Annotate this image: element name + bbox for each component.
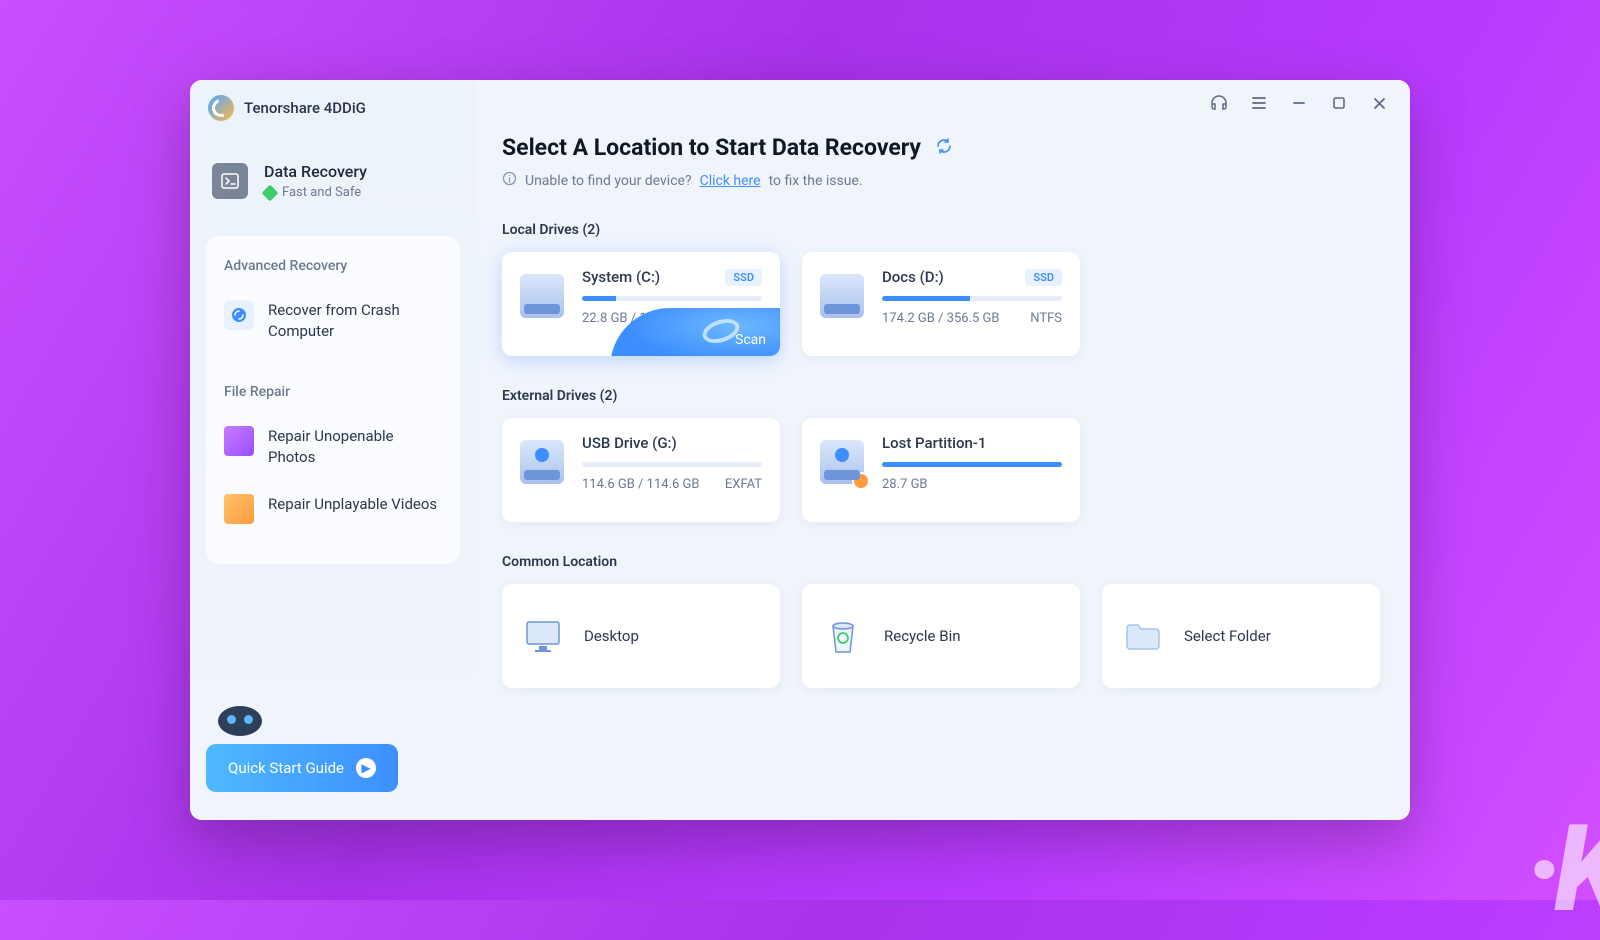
- sidebar-item-label: Repair Unopenable Photos: [268, 426, 442, 468]
- drive-badge: SSD: [1025, 269, 1062, 286]
- drive-icon: [520, 274, 564, 318]
- data-recovery-icon: [212, 163, 248, 199]
- page-title: Select A Location to Start Data Recovery: [502, 134, 921, 161]
- quick-start-area: Quick Start Guide ▶: [190, 706, 476, 820]
- drive-card-lost-partition[interactable]: Lost Partition-1 28.7 GB: [802, 418, 1080, 522]
- location-label: Recycle Bin: [884, 627, 961, 645]
- file-repair-label: File Repair: [224, 384, 442, 400]
- usb-drive-icon: [520, 440, 564, 484]
- crash-computer-icon: [224, 300, 254, 330]
- drive-usage: 114.6 GB / 114.6 GB: [582, 477, 699, 492]
- sidebar-item-label: Repair Unplayable Videos: [268, 494, 437, 515]
- sidebar: Tenorshare 4DDiG Data Recovery Fast and …: [190, 80, 476, 820]
- close-icon[interactable]: [1368, 92, 1390, 114]
- watermark: ·K: [1525, 800, 1600, 940]
- maximize-icon[interactable]: [1328, 92, 1350, 114]
- local-drives-row: System (C:) SSD 22.8 GB / 120.0 GB Scan …: [502, 252, 1380, 356]
- minimize-icon[interactable]: [1288, 92, 1310, 114]
- hint-link[interactable]: Click here: [700, 173, 761, 189]
- hint-text-suffix: to fix the issue.: [769, 173, 863, 189]
- menu-icon[interactable]: [1248, 92, 1270, 114]
- drive-name: Docs (D:): [882, 268, 944, 286]
- sidebar-item-repair-videos[interactable]: Repair Unplayable Videos: [224, 486, 442, 542]
- refresh-icon[interactable]: [935, 137, 953, 159]
- drive-badge: SSD: [725, 269, 762, 286]
- common-location-row: Desktop Recycle Bin Select Folder: [502, 584, 1380, 688]
- robot-icon: [218, 706, 262, 736]
- usage-bar-fill: [582, 296, 616, 301]
- location-card-recycle-bin[interactable]: Recycle Bin: [802, 584, 1080, 688]
- main-pane: Select A Location to Start Data Recovery…: [476, 80, 1410, 820]
- location-label: Desktop: [584, 627, 639, 645]
- quick-start-button[interactable]: Quick Start Guide ▶: [206, 744, 398, 792]
- photo-repair-icon: [224, 426, 254, 456]
- app-logo-icon: [208, 95, 234, 121]
- location-label: Select Folder: [1184, 627, 1271, 645]
- window-controls: [1208, 92, 1390, 114]
- drive-card-usb-g[interactable]: USB Drive (G:) 114.6 GB / 114.6 GB EXFAT: [502, 418, 780, 522]
- sidebar-card: Advanced Recovery Recover from Crash Com…: [206, 236, 460, 564]
- sidebar-primary[interactable]: Data Recovery Fast and Safe: [190, 136, 476, 220]
- recycle-bin-icon: [820, 613, 866, 659]
- app-title: Tenorshare 4DDiG: [244, 99, 366, 117]
- drive-name: Lost Partition-1: [882, 434, 986, 452]
- hint-text-prefix: Unable to find your device?: [525, 173, 692, 189]
- drive-filesystem: EXFAT: [725, 477, 762, 492]
- sidebar-primary-title: Data Recovery: [264, 162, 367, 181]
- drive-icon: [820, 274, 864, 318]
- drive-name: USB Drive (G:): [582, 434, 677, 452]
- quick-start-label: Quick Start Guide: [228, 759, 344, 777]
- support-icon[interactable]: [1208, 92, 1230, 114]
- sidebar-primary-subtitle: Fast and Safe: [282, 185, 361, 200]
- folder-icon: [1120, 613, 1166, 659]
- external-drives-label: External Drives (2): [502, 388, 1380, 404]
- drive-usage: 174.2 GB / 356.5 GB: [882, 311, 999, 326]
- external-drives-row: USB Drive (G:) 114.6 GB / 114.6 GB EXFAT…: [502, 418, 1380, 522]
- local-drives-label: Local Drives (2): [502, 222, 1380, 238]
- sidebar-item-recover-crash[interactable]: Recover from Crash Computer: [224, 292, 442, 360]
- drive-card-docs-d[interactable]: Docs (D:) SSD 174.2 GB / 356.5 GB NTFS: [802, 252, 1080, 356]
- usage-bar-fill: [882, 296, 970, 301]
- drive-filesystem: NTFS: [1030, 311, 1062, 326]
- advanced-recovery-label: Advanced Recovery: [224, 258, 442, 274]
- warning-badge-icon: [852, 472, 870, 490]
- desktop-icon: [520, 613, 566, 659]
- info-icon: [502, 171, 517, 190]
- scan-button[interactable]: Scan: [735, 332, 766, 348]
- app-window: Tenorshare 4DDiG Data Recovery Fast and …: [190, 80, 1410, 820]
- sidebar-item-label: Recover from Crash Computer: [268, 300, 442, 342]
- lost-partition-icon: [820, 440, 864, 484]
- arrow-right-icon: ▶: [356, 758, 376, 778]
- location-card-desktop[interactable]: Desktop: [502, 584, 780, 688]
- video-repair-icon: [224, 494, 254, 524]
- sidebar-item-repair-photos[interactable]: Repair Unopenable Photos: [224, 418, 442, 486]
- location-card-select-folder[interactable]: Select Folder: [1102, 584, 1380, 688]
- hint-bar: Unable to find your device? Click here t…: [502, 171, 1380, 190]
- usage-bar-fill: [882, 462, 1062, 467]
- drive-card-system-c[interactable]: System (C:) SSD 22.8 GB / 120.0 GB Scan: [502, 252, 780, 356]
- drive-usage: 28.7 GB: [882, 477, 928, 492]
- common-location-label: Common Location: [502, 554, 1380, 570]
- shield-icon: [262, 184, 279, 201]
- drive-name: System (C:): [582, 268, 660, 286]
- titlebar: Tenorshare 4DDiG: [190, 80, 476, 136]
